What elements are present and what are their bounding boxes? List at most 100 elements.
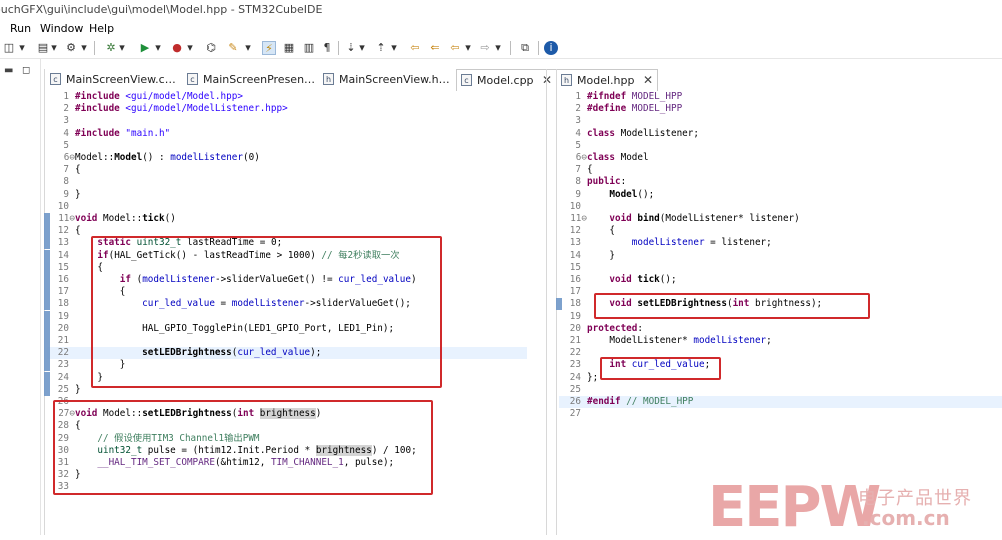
pilcrow-icon[interactable]: ¶ xyxy=(320,41,334,55)
dropdown-arrow-icon[interactable]: ▾ xyxy=(50,41,58,55)
tab-model-hpp[interactable]: h Model.hpp ✕ xyxy=(556,69,659,91)
dropdown-arrow-icon[interactable]: ▾ xyxy=(154,41,162,55)
dropdown-arrow-icon[interactable]: ▾ xyxy=(358,41,366,55)
code-line[interactable]: 1 #ifndef MODEL_HPP xyxy=(559,91,1002,103)
code-token: MODEL_HPP xyxy=(631,103,683,115)
code-line[interactable]: 3 xyxy=(559,115,1002,127)
code-text: #ifndef MODEL_HPP xyxy=(587,91,682,103)
code-line[interactable]: 13 modelListener = listener; xyxy=(559,237,1002,249)
code-text: }; xyxy=(587,372,598,384)
code-token: : xyxy=(637,322,643,334)
code-text: class Model xyxy=(587,152,649,164)
menu-run[interactable]: Run xyxy=(10,20,31,38)
code-line[interactable]: 3 xyxy=(47,115,527,127)
code-line[interactable]: 2 #include <gui/model/ModelListener.hpp> xyxy=(47,103,527,115)
new-file-icon[interactable]: ▤ xyxy=(36,41,50,55)
code-line[interactable]: 6⊖ class Model xyxy=(559,152,1002,164)
code-line[interactable]: 12 { xyxy=(559,225,1002,237)
dropdown-arrow-icon[interactable]: ▾ xyxy=(244,41,252,55)
code-token: MODEL_HPP xyxy=(631,91,683,102)
code-line[interactable]: 7{ xyxy=(559,164,1002,176)
code-line[interactable]: 9} xyxy=(47,189,527,201)
code-line[interactable]: 8 xyxy=(47,176,527,188)
code-line[interactable]: 10 xyxy=(47,201,527,213)
open-perspective-icon[interactable]: ⧉ xyxy=(518,41,532,55)
prev-annotation-icon[interactable]: ⇡ xyxy=(374,41,388,55)
code-text: { xyxy=(75,164,81,176)
forward-icon[interactable]: ⇨ xyxy=(478,41,492,55)
new-icon[interactable]: ◫ xyxy=(2,41,16,55)
close-icon[interactable]: ✕ xyxy=(643,73,653,87)
code-line[interactable]: 2 #define MODEL_HPP xyxy=(559,103,1002,115)
editor-split-divider[interactable] xyxy=(546,69,547,535)
code-line[interactable]: 4 #include "main.h" xyxy=(47,128,527,140)
code-line[interactable]: 6⊖ Model::Model() : modelListener(0) xyxy=(47,152,527,164)
line-number: 3 xyxy=(575,115,581,127)
line-number: 17 xyxy=(57,286,69,298)
block-select-icon[interactable]: ▦ xyxy=(282,41,296,55)
settings-icon[interactable]: ⚙ xyxy=(64,41,78,55)
debug-icon[interactable]: ✲ xyxy=(104,41,118,55)
tab-mainscreenpresenter-cpp[interactable]: c MainScreenPresen… xyxy=(183,69,315,90)
code-token: { xyxy=(75,164,81,176)
dropdown-arrow-icon[interactable]: ▾ xyxy=(18,41,26,55)
code-line[interactable]: 1 #include <gui/model/Model.hpp> xyxy=(47,91,527,103)
annotation-box-setledbrightness xyxy=(53,400,433,495)
code-line[interactable]: 14 } xyxy=(559,250,1002,262)
code-line[interactable]: 5 xyxy=(47,140,527,152)
menu-window[interactable]: Window xyxy=(40,20,83,38)
line-number: 23 xyxy=(57,359,69,371)
code-line[interactable]: 11⊖ void Model::tick() xyxy=(47,213,527,225)
code-token: { xyxy=(609,225,615,237)
last-edit-icon[interactable]: ⇦ xyxy=(408,41,422,55)
code-line[interactable]: 10 xyxy=(559,201,1002,213)
code-token: ; xyxy=(693,127,699,139)
code-line[interactable]: 7{ xyxy=(47,164,527,176)
code-line[interactable]: 9 Model(); xyxy=(559,189,1002,201)
change-marker xyxy=(44,383,50,396)
window-title-bar: ouchGFX\gui\include\gui\model\Model.hpp … xyxy=(0,0,1002,20)
external-tools-icon[interactable]: ● xyxy=(170,41,184,55)
code-line[interactable]: 15 xyxy=(559,262,1002,274)
tab-model-cpp[interactable]: c Model.cpp ✕ xyxy=(456,69,558,91)
code-line[interactable]: 25 xyxy=(559,384,1002,396)
code-line[interactable]: 16 void tick(); xyxy=(559,274,1002,286)
annotation-box-member xyxy=(600,357,721,380)
line-number: 26 xyxy=(569,396,581,407)
close-icon[interactable]: ✕ xyxy=(542,73,552,87)
code-line[interactable]: 11⊖ void bind(ModelListener* listener) xyxy=(559,213,1002,225)
tab-mainscreenview-hpp[interactable]: h MainScreenView.h… xyxy=(319,69,450,90)
dropdown-arrow-icon[interactable]: ▾ xyxy=(390,41,398,55)
code-text: } xyxy=(75,384,81,396)
line-number: 9 xyxy=(63,188,69,200)
dropdown-arrow-icon[interactable]: ▾ xyxy=(118,41,126,55)
line-number: 8 xyxy=(575,176,581,188)
maximize-icon[interactable]: ◻ xyxy=(22,65,30,76)
code-token: class xyxy=(587,127,615,139)
code-text: } xyxy=(75,189,81,201)
back-arrow-icon[interactable]: ⇦ xyxy=(448,41,462,55)
next-annotation-icon[interactable]: ⇣ xyxy=(344,41,358,55)
highlight-toggle-icon[interactable]: ⚡ xyxy=(262,41,276,55)
open-type-icon[interactable]: ⌬ xyxy=(204,41,218,55)
code-line[interactable]: 27 xyxy=(559,408,1002,420)
code-line[interactable]: 26 #endif // MODEL_HPP xyxy=(559,396,1002,409)
dropdown-arrow-icon[interactable]: ▾ xyxy=(494,41,502,55)
code-line[interactable]: 8 public: xyxy=(559,176,1002,188)
menu-help[interactable]: Help xyxy=(89,20,114,38)
code-line[interactable]: 5 xyxy=(559,140,1002,152)
dropdown-arrow-icon[interactable]: ▾ xyxy=(464,41,472,55)
code-line[interactable]: 20 protected: xyxy=(559,323,1002,335)
code-line[interactable]: 21 ModelListener* modelListener; xyxy=(559,335,1002,347)
wand-icon[interactable]: ✎ xyxy=(226,41,240,55)
dropdown-arrow-icon[interactable]: ▾ xyxy=(80,41,88,55)
dropdown-arrow-icon[interactable]: ▾ xyxy=(186,41,194,55)
minimize-icon[interactable]: ▬ xyxy=(4,65,13,76)
run-icon[interactable]: ▶ xyxy=(138,41,152,55)
info-icon[interactable]: i xyxy=(544,41,558,55)
code-line[interactable]: 4 class ModelListener; xyxy=(559,128,1002,140)
tab-mainscreenview-cpp[interactable]: c MainScreenView.c… xyxy=(46,69,176,90)
show-whitespace-icon[interactable]: ▥ xyxy=(302,41,316,55)
back-icon[interactable]: ⇐ xyxy=(428,41,442,55)
